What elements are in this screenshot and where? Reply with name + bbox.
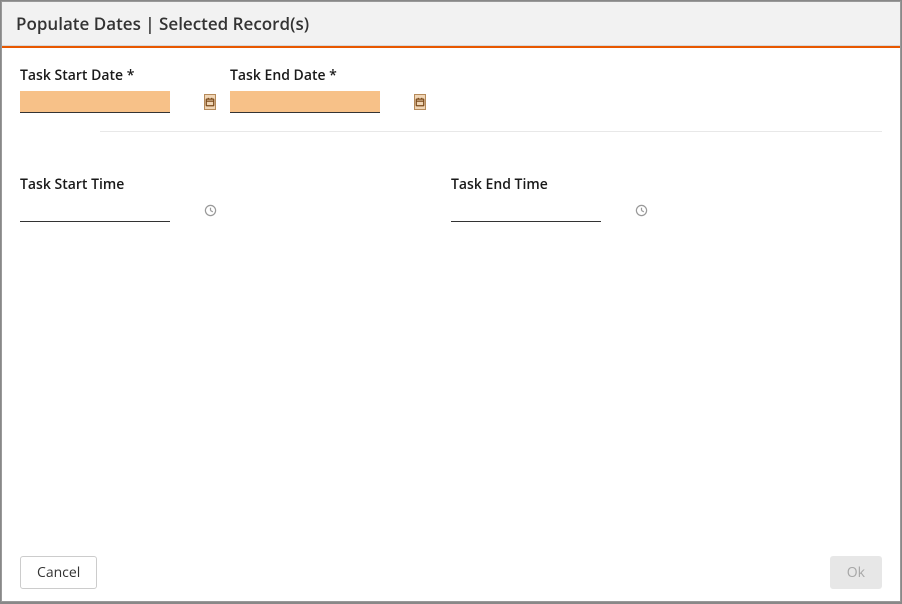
task-start-time-group: Task Start Time [20, 172, 451, 222]
task-end-time-input[interactable] [451, 201, 635, 220]
calendar-icon[interactable] [414, 94, 426, 110]
task-start-date-field[interactable] [20, 91, 170, 113]
task-start-time-input[interactable] [20, 201, 204, 220]
dialog-body: Task Start Date * Task End Date * [2, 48, 900, 544]
dialog-title: Populate Dates | Selected Record(s) [2, 2, 900, 46]
task-start-date-group: Task Start Date * [20, 66, 170, 113]
ok-button[interactable]: Ok [830, 556, 882, 589]
task-start-time-label: Task Start Time [20, 175, 124, 194]
calendar-icon[interactable] [204, 94, 216, 110]
task-start-time-field[interactable] [20, 200, 170, 222]
task-end-date-group: Task End Date * [230, 66, 380, 113]
task-start-date-label: Task Start Date * [20, 66, 170, 85]
populate-dates-dialog: Populate Dates | Selected Record(s) Task… [1, 1, 901, 602]
cancel-button[interactable]: Cancel [20, 556, 97, 589]
task-end-time-label: Task End Time [451, 175, 548, 194]
task-end-date-label: Task End Date * [230, 66, 380, 85]
task-end-date-input[interactable] [230, 92, 414, 111]
dialog-footer: Cancel Ok [2, 544, 900, 601]
task-end-time-group: Task End Time [451, 172, 882, 222]
clock-icon[interactable] [204, 203, 217, 219]
dates-row: Task Start Date * Task End Date * [20, 66, 882, 113]
times-row: Task Start Time Task End Time [20, 172, 882, 222]
task-end-time-field[interactable] [451, 200, 601, 222]
task-start-date-input[interactable] [20, 92, 204, 111]
clock-icon[interactable] [635, 203, 648, 219]
task-end-date-field[interactable] [230, 91, 380, 113]
section-divider [100, 131, 882, 132]
